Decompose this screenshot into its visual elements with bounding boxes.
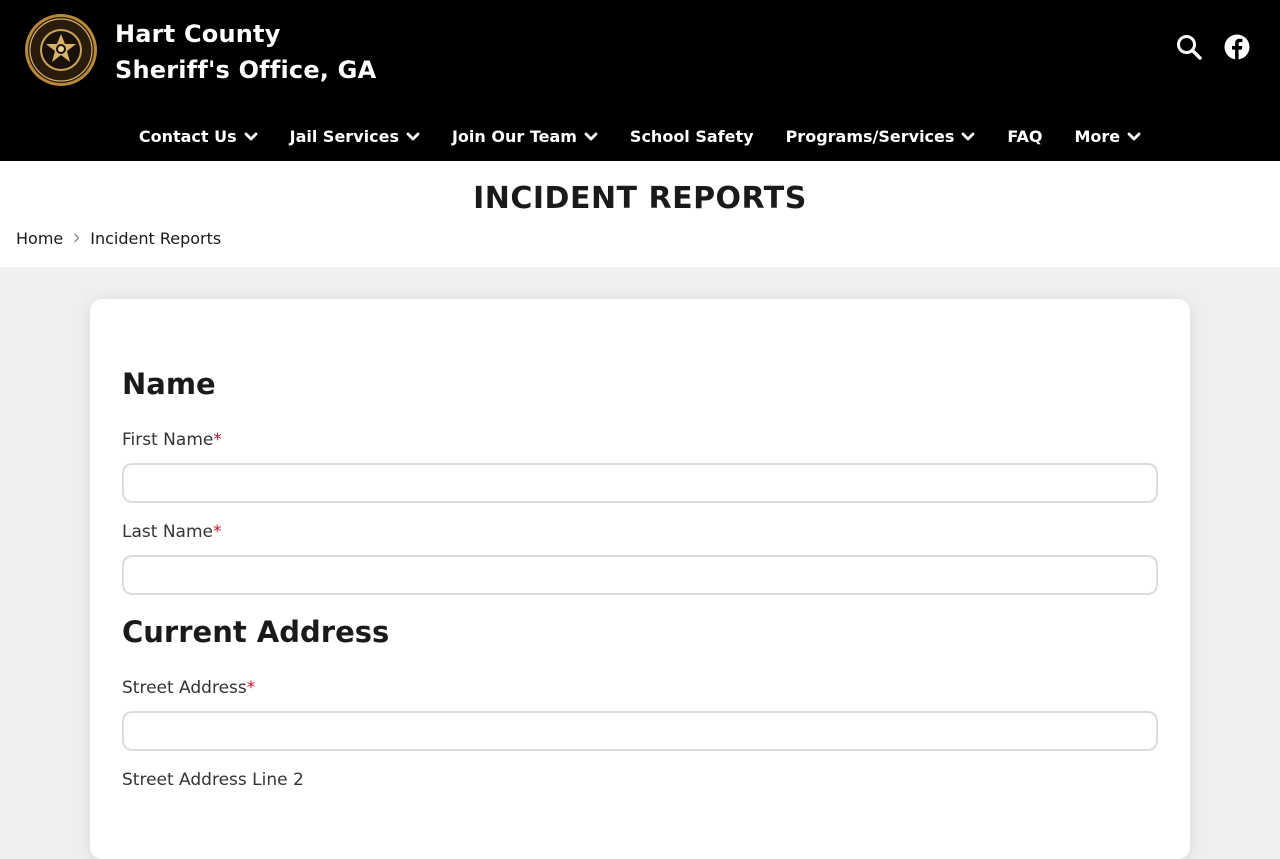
site-title[interactable]: Hart County Sheriff's Office, GA xyxy=(115,16,376,88)
main-nav: Contact Us Jail Services Join Our Team S… xyxy=(0,118,1280,154)
nav-item-more[interactable]: More xyxy=(1074,127,1141,146)
page-title: INCIDENT REPORTS xyxy=(473,181,807,216)
nav-item-label: More xyxy=(1074,126,1121,146)
field-label-text: Street Address xyxy=(122,678,247,698)
site-title-line-2: Sheriff's Office, GA xyxy=(115,56,377,84)
nav-item-faq[interactable]: FAQ xyxy=(1007,127,1042,146)
last-name-label: Last Name* xyxy=(122,522,221,542)
breadcrumb-current: Incident Reports xyxy=(90,229,222,248)
chevron-down-icon xyxy=(244,127,258,146)
street-address-label: Street Address* xyxy=(122,678,255,698)
street-address-line-2-label: Street Address Line 2 xyxy=(122,770,304,790)
incident-report-form: Name First Name* Last Name* Current Addr… xyxy=(90,299,1190,859)
field-label-text: Street Address Line 2 xyxy=(122,770,304,790)
page-title-band: INCIDENT REPORTS Home Incident Reports xyxy=(0,161,1280,267)
nav-item-label: Programs/Services xyxy=(785,126,955,146)
nav-item-school-safety[interactable]: School Safety xyxy=(630,127,754,146)
header-actions xyxy=(1176,34,1250,60)
chevron-down-icon xyxy=(961,127,975,146)
nav-item-jail-services[interactable]: Jail Services xyxy=(290,127,420,146)
required-marker: * xyxy=(212,522,222,542)
chevron-down-icon xyxy=(1127,127,1141,146)
nav-item-label: Contact Us xyxy=(138,126,237,146)
chevron-right-icon xyxy=(73,231,80,247)
section-heading-current-address: Current Address xyxy=(122,615,390,649)
site-title-line-1: Hart County xyxy=(115,20,281,48)
breadcrumb-home-link[interactable]: Home xyxy=(16,229,63,248)
nav-item-label: FAQ xyxy=(1007,126,1043,146)
facebook-icon[interactable] xyxy=(1224,34,1250,60)
nav-item-programs-services[interactable]: Programs/Services xyxy=(786,127,976,146)
section-heading-name: Name xyxy=(122,367,216,401)
sheriff-seal-icon[interactable] xyxy=(24,13,98,87)
chevron-down-icon xyxy=(584,127,598,146)
nav-item-contact-us[interactable]: Contact Us xyxy=(139,127,258,146)
site-header: Hart County Sheriff's Office, GA Contact… xyxy=(0,0,1280,161)
last-name-input[interactable] xyxy=(122,555,1158,595)
chevron-down-icon xyxy=(406,127,420,146)
required-marker: * xyxy=(246,678,256,698)
field-label-text: First Name xyxy=(122,430,214,450)
breadcrumb: Home Incident Reports xyxy=(16,229,221,248)
nav-item-label: School Safety xyxy=(629,126,754,146)
required-marker: * xyxy=(213,430,222,450)
nav-item-join-our-team[interactable]: Join Our Team xyxy=(452,127,598,146)
first-name-label: First Name* xyxy=(122,430,222,450)
field-label-text: Last Name xyxy=(122,522,213,542)
nav-item-label: Jail Services xyxy=(289,126,399,146)
nav-item-label: Join Our Team xyxy=(451,126,577,146)
first-name-input[interactable] xyxy=(122,463,1158,503)
search-icon[interactable] xyxy=(1176,34,1202,60)
street-address-input[interactable] xyxy=(122,711,1158,751)
